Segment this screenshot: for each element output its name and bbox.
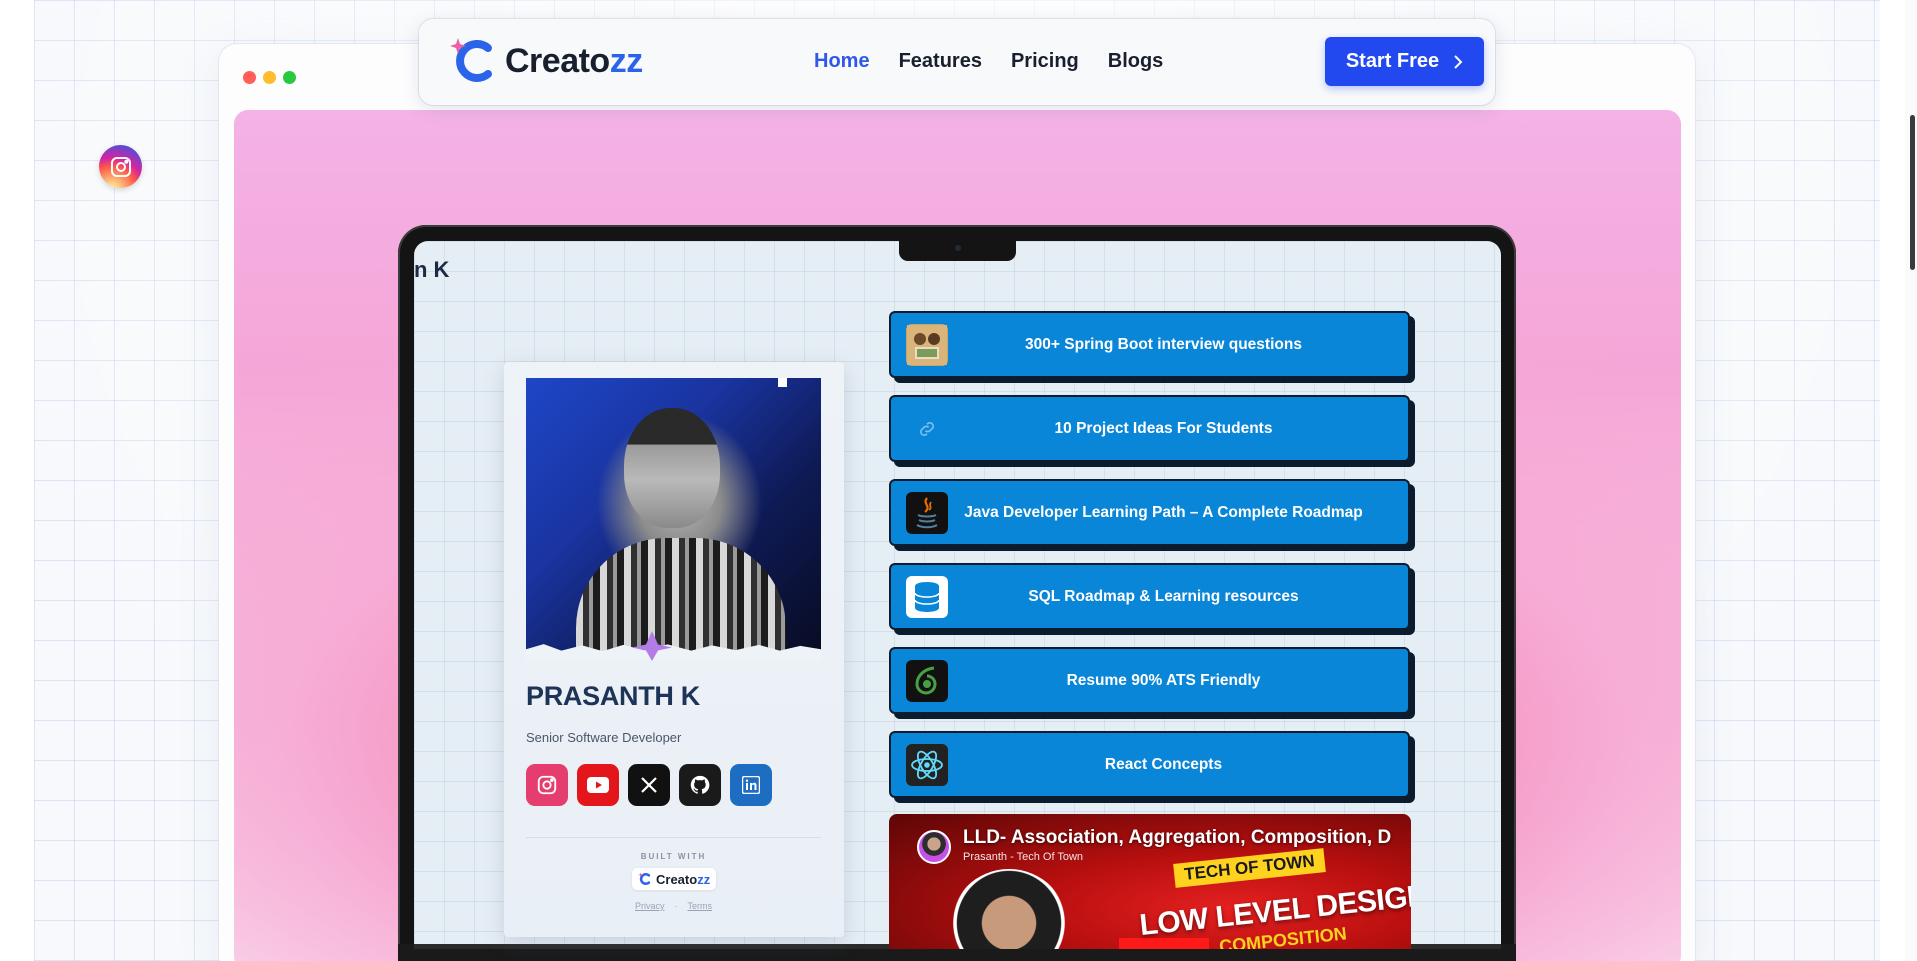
nav-links: Home Features Pricing Blogs	[814, 50, 1163, 73]
privacy-link[interactable]: Privacy	[635, 901, 665, 911]
minimize-dot-icon	[263, 71, 276, 84]
brand-logo[interactable]: Creatozz	[449, 37, 643, 85]
brand-name: Creatozz	[505, 41, 643, 80]
maximize-dot-icon	[283, 71, 296, 84]
video-channel: Prasanth - Tech Of Town	[963, 851, 1084, 863]
nav-link-blogs[interactable]: Blogs	[1108, 50, 1164, 73]
built-with-label: BUILT WITH	[640, 852, 707, 861]
start-free-button[interactable]: Start Free	[1325, 37, 1484, 86]
link-icon	[906, 408, 948, 450]
video-title[interactable]: LLD- Association, Aggregation, Compositi…	[963, 827, 1398, 849]
nav-link-pricing[interactable]: Pricing	[1011, 50, 1079, 73]
top-navbar: Creatozz Home Features Pricing Blogs Sta…	[419, 19, 1495, 105]
profile-header-fragment: n K	[414, 257, 450, 282]
instagram-float-icon[interactable]	[99, 145, 142, 188]
creatozz-logo-icon	[638, 872, 651, 886]
nav-link-features[interactable]: Features	[899, 50, 982, 73]
creatozz-logo-icon	[449, 36, 499, 86]
legal-separator: ·	[674, 901, 678, 911]
youtube-icon[interactable]	[577, 764, 619, 806]
channel-avatar[interactable]	[917, 830, 951, 864]
linkedin-icon[interactable]	[730, 764, 772, 806]
close-dot-icon	[243, 71, 256, 84]
profile-socials	[526, 764, 772, 806]
link-button-project-ideas[interactable]: 10 Project Ideas For Students	[889, 395, 1410, 462]
overleaf-icon	[906, 660, 948, 702]
github-icon[interactable]	[679, 764, 721, 806]
terms-link[interactable]: Terms	[688, 901, 713, 911]
start-free-label: Start Free	[1345, 50, 1440, 72]
video-thumbnail-person	[949, 869, 1069, 949]
link-button-sql-roadmap[interactable]: SQL Roadmap & Learning resources	[889, 563, 1410, 630]
profile-photo	[526, 378, 821, 661]
instagram-icon[interactable]	[526, 764, 568, 806]
database-icon	[906, 576, 948, 618]
scrollbar-thumb[interactable]	[1910, 115, 1915, 270]
profile-name: PRASANTH K	[526, 681, 701, 711]
camera-icon	[955, 245, 961, 251]
profile-title: Senior Software Developer	[526, 730, 682, 745]
link-button-react[interactable]: React Concepts	[889, 731, 1410, 798]
link-button-java-path[interactable]: Java Developer Learning Path – A Complet…	[889, 479, 1410, 546]
chevron-right-icon	[1454, 54, 1463, 69]
react-icon	[906, 744, 948, 786]
link-button-resume[interactable]: Resume 90% ATS Friendly	[889, 647, 1410, 714]
x-icon[interactable]	[628, 764, 670, 806]
legal-links: Privacy · Terms	[526, 901, 821, 911]
link-button-spring-boot[interactable]: 300+ Spring Boot interview questions	[889, 311, 1410, 378]
nav-link-home[interactable]: Home	[814, 50, 870, 73]
card-divider	[526, 837, 821, 838]
youtube-video-embed[interactable]: LLD- Association, Aggregation, Compositi…	[889, 814, 1411, 949]
video-tag-label: TECH OF TOWN	[1173, 848, 1326, 888]
java-icon	[906, 492, 948, 534]
built-with-logo[interactable]: Creatozz	[632, 868, 717, 890]
window-controls	[243, 71, 296, 84]
thumbnail-icon	[906, 324, 948, 366]
